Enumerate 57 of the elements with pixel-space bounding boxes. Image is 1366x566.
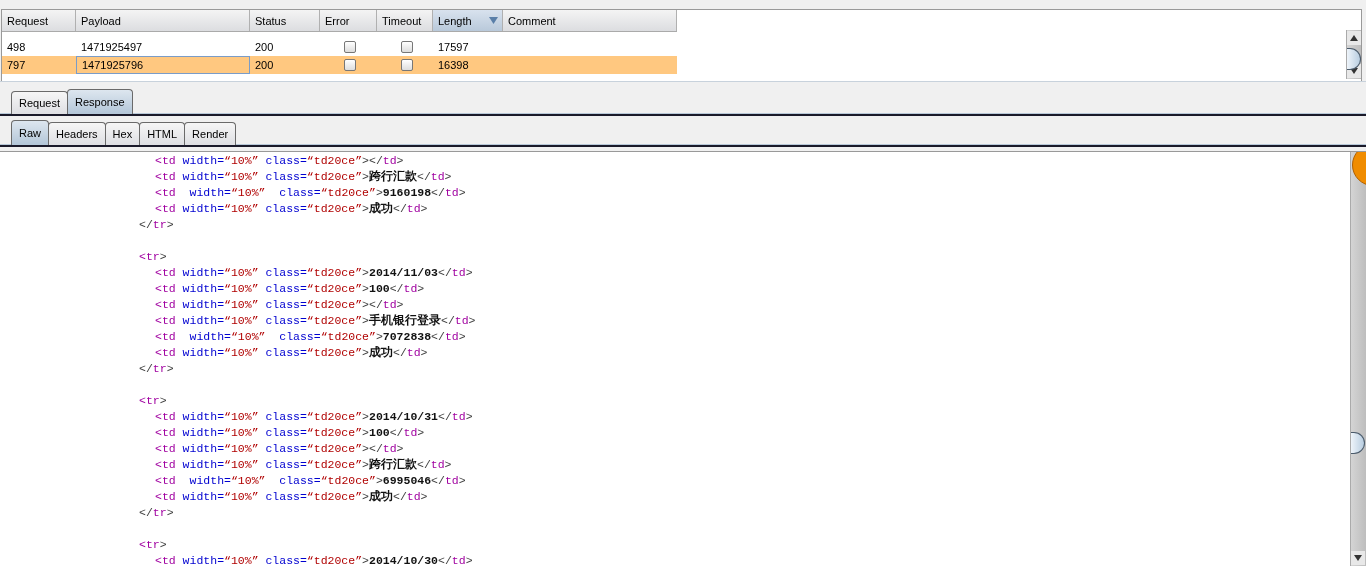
column-header[interactable]: Length: [433, 10, 503, 31]
code-line: <tr>: [139, 537, 167, 553]
code-line: <td width=“10%” class=“td20ce”>2014/10/31</td>: [155, 409, 473, 425]
table-cell-text: 17597: [437, 40, 470, 55]
code-line: <td width=“10%” class=“td20ce”>成功</td>: [155, 489, 428, 505]
tab[interactable]: Hex: [104, 122, 141, 145]
scroll-thumb[interactable]: [1347, 48, 1361, 70]
code-line: <td width=“10%” class=“td20ce”>9160198</td>: [155, 185, 466, 201]
table-cell: 1471925796: [76, 56, 250, 74]
table-cell-text: 1471925497: [80, 40, 144, 55]
code-line: <tr>: [139, 393, 167, 409]
tab[interactable]: Raw: [11, 120, 49, 145]
code-line: <td width=“10%” class=“td20ce”></td>: [155, 153, 404, 169]
scrollbar[interactable]: [1350, 152, 1366, 566]
tab[interactable]: Request: [11, 91, 68, 114]
sort-down-icon: [489, 17, 498, 24]
tab[interactable]: HTML: [139, 122, 186, 145]
code-line: <td width=“10%” class=“td20ce”>7072838</td>: [155, 329, 466, 345]
code-line: <td width=“10%” class=“td20ce”>6995046</td>: [155, 473, 466, 489]
code-line: <td width=“10%” class=“td20ce”>跨行汇款</td>: [155, 457, 452, 473]
column-header[interactable]: Error: [320, 10, 377, 31]
tab[interactable]: Response: [67, 89, 133, 114]
code-line: <td width=“10%” class=“td20ce”>成功</td>: [155, 345, 428, 361]
code-line: </tr>: [139, 505, 174, 521]
column-header[interactable]: Request: [2, 10, 76, 31]
code-line: <td width=“10%” class=“td20ce”>手机银行登录</td>: [155, 313, 476, 329]
scrollbar[interactable]: [1346, 30, 1361, 79]
code-line: <td width=“10%” class=“td20ce”></td>: [155, 297, 404, 313]
code-line: <td width=“10%” class=“td20ce”>2014/11/03</td>: [155, 265, 473, 281]
code-line: </tr>: [139, 217, 174, 233]
tab[interactable]: Render: [184, 122, 237, 145]
scroll-up-icon[interactable]: [1347, 31, 1361, 45]
scroll-thumb[interactable]: [1351, 432, 1365, 454]
checkbox[interactable]: [401, 59, 413, 71]
scroll-down-icon[interactable]: [1351, 551, 1365, 565]
table-cell-text: 200: [254, 40, 275, 55]
table-cell-text: 498: [6, 40, 27, 55]
code-line: <tr>: [139, 249, 167, 265]
column-header[interactable]: Payload: [76, 10, 250, 31]
table-cell-text: 797: [6, 58, 27, 73]
code-line: <td width=“10%” class=“td20ce”>100</td>: [155, 425, 425, 441]
column-header[interactable]: Status: [250, 10, 320, 31]
checkbox[interactable]: [401, 41, 413, 53]
code-line: <td width=“10%” class=“td20ce”>2014/10/30</td>: [155, 553, 473, 566]
code-line: <td width=“10%” class=“td20ce”>成功</td>: [155, 201, 428, 217]
table-cell-text: 200: [254, 58, 275, 73]
code-line: </tr>: [139, 361, 174, 377]
checkbox[interactable]: [344, 59, 356, 71]
code-line: <td width=“10%” class=“td20ce”>跨行汇款</td>: [155, 169, 452, 185]
column-header[interactable]: Comment: [503, 10, 677, 31]
table-cell-text: 16398: [437, 58, 470, 73]
result-row[interactable]: 797 1471925796 200 16398: [2, 56, 677, 74]
tab[interactable]: Headers: [48, 122, 106, 145]
result-row[interactable]: 498 1471925497 200 17597: [2, 38, 677, 56]
code-line: <td width=“10%” class=“td20ce”>100</td>: [155, 281, 425, 297]
checkbox[interactable]: [344, 41, 356, 53]
code-line: <td width=“10%” class=“td20ce”></td>: [155, 441, 404, 457]
